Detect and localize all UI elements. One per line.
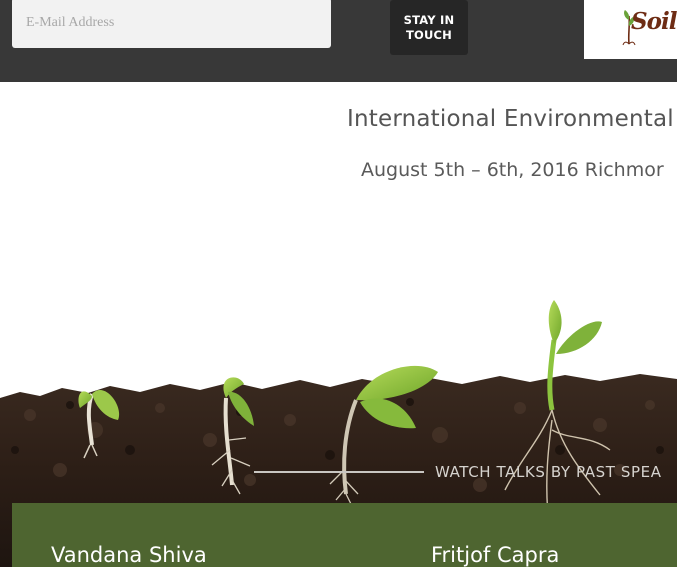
stay-in-touch-label-line1: STAY IN [403, 12, 455, 27]
logo-text: Soil [631, 8, 677, 35]
top-bar: STAY IN TOUCH Soil [0, 0, 677, 82]
watch-talks-link[interactable]: WATCH TALKS BY PAST SPEA [435, 463, 662, 481]
speaker-name[interactable]: Vandana Shiva [51, 543, 207, 567]
logo[interactable]: Soil [584, 0, 677, 59]
speaker-name[interactable]: Fritjof Capra [431, 543, 559, 567]
stay-in-touch-label-line2: TOUCH [405, 27, 453, 42]
event-title: International Environmental [347, 106, 674, 132]
divider-line [254, 471, 424, 473]
speakers-section: Vandana Shiva Fritjof Capra [12, 503, 677, 567]
event-date: August 5th – 6th, 2016 Richmor [361, 159, 664, 181]
email-field[interactable] [12, 0, 331, 48]
stay-in-touch-button[interactable]: STAY IN TOUCH [390, 0, 468, 55]
